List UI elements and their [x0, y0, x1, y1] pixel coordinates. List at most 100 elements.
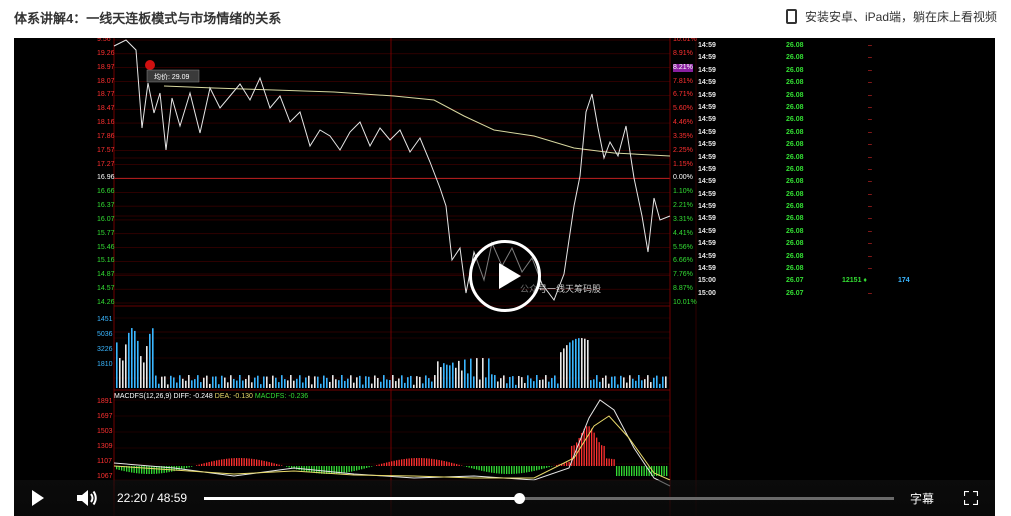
tape-time: 15:00	[698, 277, 716, 285]
play-button[interactable]	[32, 490, 44, 506]
macd-tick: 1503	[97, 428, 113, 435]
price-tick: 17.27	[97, 160, 115, 168]
progress-fill	[204, 497, 519, 500]
macd-tick: 1891	[97, 398, 113, 405]
tape-price: 26.08	[786, 116, 804, 124]
tape-dash: –	[868, 66, 872, 74]
price-tick: 18.16	[97, 119, 115, 127]
tape-row: 14:59 26.08 –	[698, 164, 918, 176]
big-play-button[interactable]	[469, 240, 541, 312]
percent-tick: 10.01%	[673, 299, 697, 306]
header-bar: 体系讲解4：一线天连板模式与市场情绪的关系 安装安卓、iPad端，躺在床上看视频	[0, 0, 1011, 38]
progress-handle[interactable]	[513, 493, 525, 504]
price-tick: 18.77	[97, 91, 115, 99]
price-tick: 14.87	[97, 271, 115, 279]
tape-dash: –	[868, 103, 872, 111]
tape-time: 14:59	[698, 116, 716, 124]
price-tick: 15.77	[97, 229, 115, 237]
tape-time: 14:59	[698, 128, 716, 136]
tape-dash: –	[868, 190, 872, 198]
tape-row: 15:00 26.07 –	[698, 288, 918, 300]
tape-price: 26.08	[786, 178, 804, 186]
macd-title: MACDFS(12,26,9)	[114, 393, 172, 400]
macd-dea: DEA: -0.130	[214, 393, 253, 400]
tape-price: 26.08	[786, 42, 804, 49]
tape-row: 14:59 26.08 –	[698, 213, 918, 225]
tape-price: 26.08	[786, 128, 804, 136]
tape-dash: –	[868, 91, 872, 99]
percent-tick: 8.91%	[673, 49, 693, 57]
tape-dash: –	[868, 153, 872, 161]
percent-tick: 1.10%	[673, 188, 693, 196]
price-tick: 14.57	[97, 285, 115, 293]
tape-price: 26.08	[786, 265, 804, 273]
tape-time: 14:59	[698, 141, 716, 149]
volume-icon[interactable]	[76, 489, 98, 507]
tape-row: 14:59 26.08 –	[698, 251, 918, 263]
tape-row: 14:59 26.08 –	[698, 152, 918, 164]
current-time: 22:20	[117, 491, 148, 505]
volume-tick: 3226	[97, 346, 113, 353]
tape-row: 14:59 26.08 –	[698, 65, 918, 77]
tape-dash: –	[868, 165, 872, 173]
tape-time: 14:59	[698, 66, 716, 74]
tape-price: 26.08	[786, 252, 804, 260]
tape-price: 26.08	[786, 54, 804, 62]
tape-price: 26.08	[786, 203, 804, 211]
macd-tick: 1309	[97, 443, 113, 450]
tape-row: 14:59 26.08 –	[698, 40, 918, 52]
price-tick: 14.26	[97, 299, 115, 306]
tape-row: 14:59 26.08 –	[698, 102, 918, 114]
tape-row: 14:59 26.08 –	[698, 238, 918, 250]
tape-dash: –	[868, 289, 872, 297]
tape-time: 14:59	[698, 178, 716, 186]
tape-time: 14:59	[698, 42, 716, 49]
tape-time: 14:59	[698, 79, 716, 87]
price-tick: 18.07	[97, 77, 115, 85]
price-tick: 18.97	[97, 63, 115, 71]
tape-price: 26.08	[786, 215, 804, 223]
volume-tick: 5036	[97, 331, 113, 338]
percent-tick: 5.56%	[673, 243, 693, 251]
price-tick: 18.47	[97, 105, 115, 113]
progress-bar[interactable]	[204, 493, 894, 504]
tape-row: 14:59 26.08 –	[698, 189, 918, 201]
tape-time: 14:59	[698, 103, 716, 111]
tape-time: 14:59	[698, 265, 716, 273]
percent-tick: 2.21%	[673, 202, 693, 210]
time-separator: /	[150, 491, 154, 505]
tape-row: 14:59 26.08 –	[698, 127, 918, 139]
time-display: 22:20 / 48:59	[117, 491, 187, 505]
tape-price: 26.07	[786, 277, 804, 285]
tape-dash: –	[868, 42, 872, 49]
tape-time: 14:59	[698, 153, 716, 161]
percent-tick: 3.31%	[673, 215, 693, 223]
percent-tick: 4.46%	[673, 119, 693, 127]
video-player[interactable]: 均价: 29.09 9.56 19.26 18.97 18.07 18.77 18.47 1…	[14, 38, 995, 516]
tape-price: 26.08	[786, 165, 804, 173]
fullscreen-icon[interactable]	[964, 491, 978, 505]
tape-row: 14:59 26.08 –	[698, 139, 918, 151]
tape-time: 14:59	[698, 240, 716, 248]
macd-diff: DIFF: -0.248	[173, 393, 213, 400]
tape-vol: 12151 ♦	[842, 277, 867, 285]
tape-row: 14:59 26.08 –	[698, 52, 918, 64]
tape-row: 14:59 26.08 –	[698, 77, 918, 89]
macd-tick: 1107	[97, 458, 113, 465]
app-promo-link[interactable]: 安装安卓、iPad端，躺在床上看视频	[785, 8, 997, 25]
price-tick: 16.66	[97, 188, 115, 196]
tape-price: 26.08	[786, 141, 804, 149]
tape-time: 14:59	[698, 54, 716, 62]
page-title: 体系讲解4：一线天连板模式与市场情绪的关系	[14, 11, 282, 26]
volume-tick: 1451	[97, 316, 113, 323]
percent-tick: 8.21%	[673, 63, 693, 72]
ticker-tape: 14:59 26.08 – 14:59 26.08 – 14:59 26.08 – 14:59 26…	[698, 40, 918, 300]
percent-tick: 1.15%	[673, 160, 693, 168]
tape-row: 14:59 26.08 –	[698, 90, 918, 102]
avg-tooltip: 均价: 29.09	[154, 72, 190, 81]
phone-icon	[785, 9, 797, 24]
tape-price: 26.08	[786, 66, 804, 74]
subtitle-button[interactable]: 字幕	[910, 490, 934, 507]
tape-time: 14:59	[698, 190, 716, 198]
tape-time: 14:59	[698, 203, 716, 211]
